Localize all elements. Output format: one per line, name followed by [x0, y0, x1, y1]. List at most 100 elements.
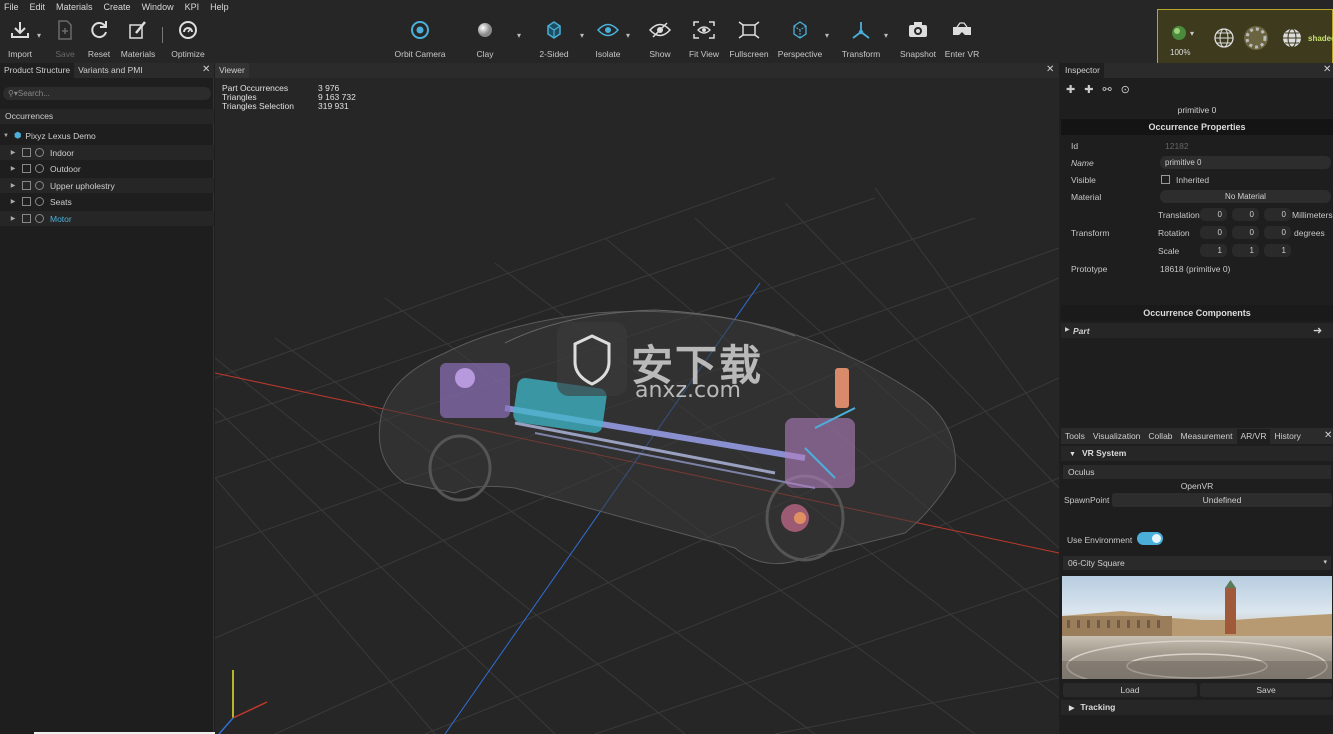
vr-system-header[interactable]: ▼ VR System	[1061, 446, 1333, 461]
search-input[interactable]: ⚲▾Search...	[3, 87, 211, 100]
tracking-header[interactable]: ▶ Tracking	[1061, 700, 1333, 715]
use-environment-toggle[interactable]	[1137, 532, 1163, 545]
shaded-label[interactable]: shadec	[1308, 34, 1333, 43]
expand-icon[interactable]: ▶	[8, 165, 18, 172]
clay-button[interactable]: Clay	[460, 19, 510, 59]
tab-inspector[interactable]: Inspector	[1061, 63, 1104, 78]
viewer-close-icon[interactable]: ✕	[1046, 64, 1054, 75]
tools-close-icon[interactable]: ✕	[1324, 430, 1332, 441]
tree-item-upper-upholestry[interactable]: ▶ Upper upholestry	[0, 178, 214, 193]
expand-icon[interactable]: ▶	[8, 149, 18, 156]
transform-button[interactable]: Transform	[836, 19, 886, 59]
tab-product-structure[interactable]: Product Structure	[0, 63, 75, 78]
transform-dropdown-icon[interactable]: ▾	[884, 31, 888, 40]
snapshot-button[interactable]: Snapshot	[893, 19, 943, 59]
translation-x[interactable]: 0	[1200, 208, 1227, 221]
vr-device-select[interactable]: Oculus	[1063, 465, 1331, 479]
perspective-dropdown-icon[interactable]: ▾	[825, 31, 829, 40]
optimize-icon	[178, 19, 198, 41]
visibility-checkbox[interactable]	[22, 181, 31, 190]
menu-window[interactable]: Window	[142, 2, 174, 12]
visible-checkbox[interactable]	[1161, 175, 1170, 184]
3d-viewport[interactable]: Part Occurrences 3 976 Triangles 9 163 732…	[215, 78, 1059, 734]
globe-shaded-icon[interactable]	[1281, 27, 1303, 51]
enter-vr-button[interactable]: Enter VR	[937, 19, 987, 59]
menu-edit[interactable]: Edit	[30, 2, 46, 12]
load-button[interactable]: Load	[1063, 683, 1197, 697]
isolate-dropdown-icon[interactable]: ▾	[626, 31, 630, 40]
clay-dropdown-icon[interactable]: ▾	[517, 31, 521, 40]
tab-tools[interactable]: Tools	[1061, 429, 1089, 444]
visibility-checkbox[interactable]	[22, 197, 31, 206]
tab-viewer[interactable]: Viewer	[215, 63, 249, 78]
hierarchy-icon[interactable]: ⚯	[1102, 83, 1111, 96]
reset-icon	[89, 19, 109, 41]
menu-create[interactable]: Create	[104, 2, 131, 12]
fullscreen-button[interactable]: Fullscreen	[724, 19, 774, 59]
save-environment-button[interactable]: Save	[1200, 683, 1332, 697]
tree-item-seats[interactable]: ▶ Seats	[0, 194, 214, 209]
globe-checker-icon[interactable]	[1243, 25, 1269, 53]
tab-variants-pmi[interactable]: Variants and PMI	[74, 63, 147, 78]
scale-y[interactable]: 1	[1232, 244, 1259, 257]
expand-icon[interactable]: ▶	[1065, 326, 1070, 333]
expand-icon[interactable]: ▶	[8, 182, 18, 189]
tab-history[interactable]: History	[1270, 429, 1304, 444]
visibility-checkbox[interactable]	[22, 164, 31, 173]
material-button[interactable]: No Material	[1160, 190, 1331, 203]
menu-file[interactable]: File	[4, 2, 19, 12]
optimize-button[interactable]: Optimize	[163, 19, 213, 59]
add-property-icon[interactable]: ✚	[1084, 83, 1093, 96]
fit-view-button[interactable]: Fit View	[679, 19, 729, 59]
menu-kpi[interactable]: KPI	[185, 2, 200, 12]
expand-icon[interactable]: ▶	[8, 215, 18, 222]
scale-x[interactable]: 1	[1200, 244, 1227, 257]
environment-sphere-icon[interactable]	[1171, 25, 1187, 43]
name-field[interactable]: primitive 0	[1160, 156, 1331, 169]
orbit-camera-button[interactable]: Orbit Camera	[395, 19, 446, 59]
target-icon[interactable]: ⊙	[1121, 83, 1130, 96]
visibility-checkbox[interactable]	[22, 148, 31, 157]
show-button[interactable]: Show	[635, 19, 685, 59]
clay-sphere-icon	[476, 19, 494, 41]
expand-icon[interactable]: ▶	[1069, 705, 1074, 712]
viewport-scene[interactable]	[215, 78, 1059, 734]
rotation-x[interactable]: 0	[1200, 226, 1227, 239]
collapse-icon[interactable]: ▼	[1069, 451, 1076, 458]
part-component-row[interactable]: ▶ Part ➜	[1061, 323, 1333, 338]
two-sided-button[interactable]: 2-Sided	[529, 19, 579, 59]
scale-z[interactable]: 1	[1264, 244, 1291, 257]
spawn-point-button[interactable]: Undefined	[1112, 493, 1332, 507]
expand-icon[interactable]: ▶	[8, 198, 18, 205]
left-panel-close-icon[interactable]: ✕	[202, 64, 210, 75]
rotation-y[interactable]: 0	[1232, 226, 1259, 239]
menu-materials[interactable]: Materials	[56, 2, 93, 12]
translation-y[interactable]: 0	[1232, 208, 1259, 221]
perspective-button[interactable]: Perspective	[775, 19, 825, 59]
zoom-percent: 100%	[1170, 48, 1191, 57]
use-environment-label: Use Environment	[1067, 535, 1133, 545]
environment-dropdown-icon[interactable]: ▾	[1190, 29, 1194, 38]
occurrence-properties-title: Occurrence Properties	[1061, 119, 1333, 135]
tree-item-outdoor[interactable]: ▶ Outdoor	[0, 161, 214, 176]
rotation-z[interactable]: 0	[1264, 226, 1291, 239]
materials-button[interactable]: Materials	[113, 19, 163, 59]
add-component-icon[interactable]: ✚	[1066, 83, 1075, 96]
menu-help[interactable]: Help	[210, 2, 229, 12]
tab-ar-vr[interactable]: AR/VR	[1236, 428, 1271, 444]
inspector-close-icon[interactable]: ✕	[1323, 64, 1331, 75]
visibility-checkbox[interactable]	[22, 214, 31, 223]
translation-label: Translation	[1158, 210, 1200, 220]
go-to-arrow-icon[interactable]: ➜	[1313, 324, 1322, 337]
tree-root[interactable]: ▼ ⬢ Pixyz Lexus Demo	[0, 128, 214, 143]
translation-z[interactable]: 0	[1264, 208, 1291, 221]
expand-icon[interactable]: ▼	[3, 133, 9, 139]
tree-item-indoor[interactable]: ▶ Indoor	[0, 145, 214, 160]
tree-item-motor[interactable]: ▶ Motor	[0, 211, 214, 226]
tab-measurement[interactable]: Measurement	[1177, 429, 1237, 444]
environment-select[interactable]: 06-City Square ▾	[1063, 556, 1331, 570]
tab-visualization[interactable]: Visualization	[1089, 429, 1145, 444]
tab-collab[interactable]: Collab	[1144, 429, 1176, 444]
fullscreen-icon	[738, 19, 760, 41]
globe-wireframe-icon[interactable]	[1213, 27, 1235, 51]
